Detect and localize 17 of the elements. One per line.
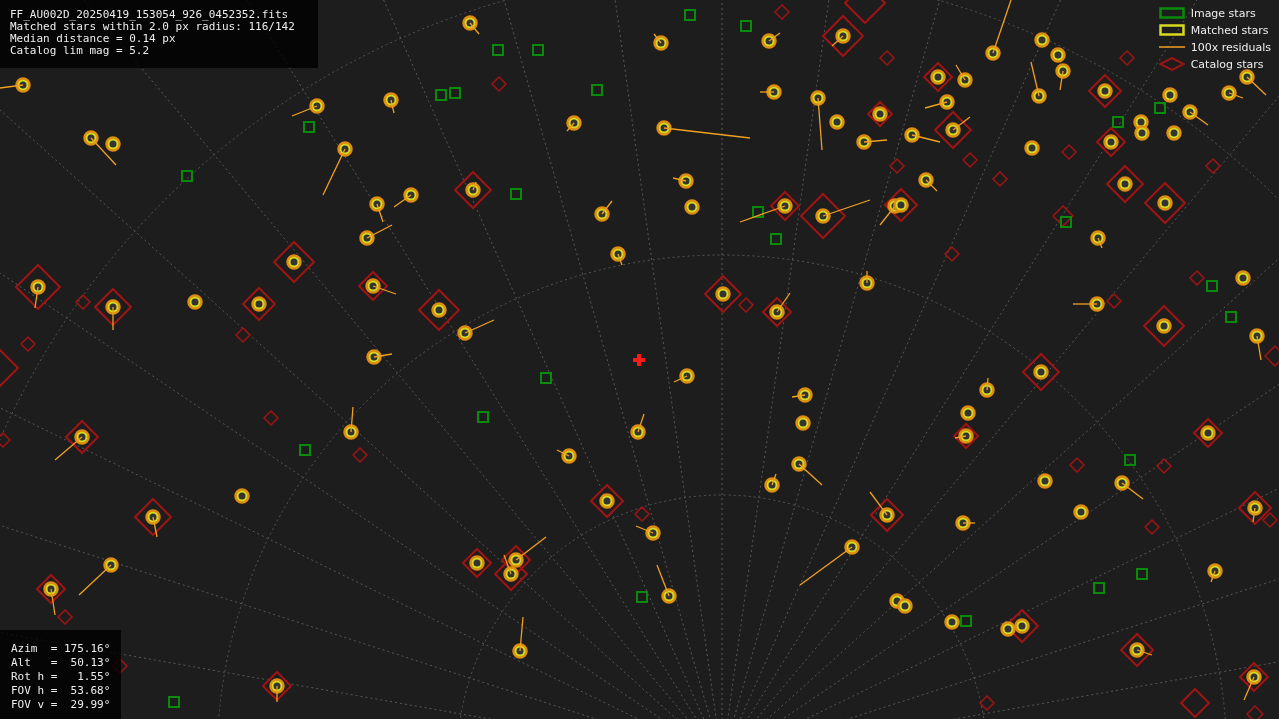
info-text: Median distance = 0.14 px: [10, 33, 177, 45]
pointing-text: Rot h = 1.55°: [11, 670, 111, 684]
image-legend-icon: [1158, 6, 1185, 20]
center-cross-icon: [633, 354, 645, 366]
pointing-text: FOV h = 53.68°: [11, 684, 111, 698]
info-text: Catalog lim mag = 5.2: [10, 45, 151, 57]
legend-label: 100x residuals: [1190, 40, 1271, 54]
info-text: FF_AU002D_20250419_153054_926_0452352.fits: [10, 9, 290, 21]
matched-legend-icon: [1158, 23, 1185, 37]
legend-label: Matched stars: [1190, 23, 1269, 37]
pointing-text: FOV v = 29.99°: [11, 698, 111, 712]
info-text: Matched stars within 2.0 px radius: 116/142: [10, 21, 296, 33]
pointing-text: Azim = 175.16°: [11, 642, 111, 656]
legend-label: Image stars: [1190, 6, 1256, 20]
pointing-text: Alt = 50.13°: [11, 656, 111, 670]
catalog-legend-icon: [1158, 57, 1185, 71]
legend-label: Catalog stars: [1190, 57, 1264, 71]
